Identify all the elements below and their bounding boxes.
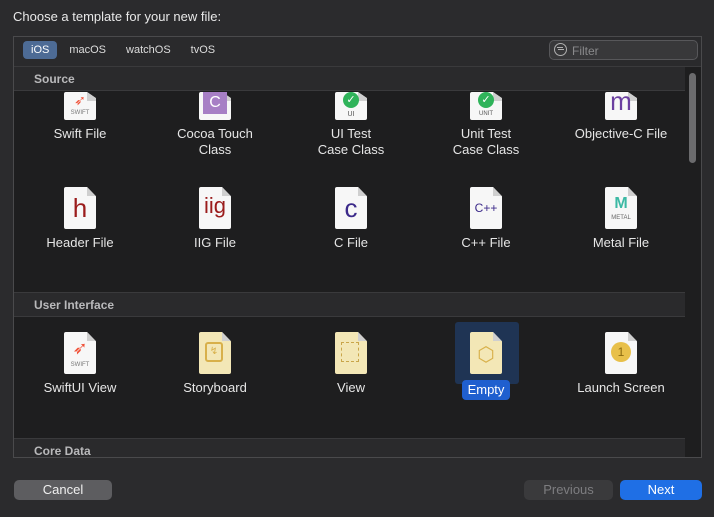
- template-objective-c-file[interactable]: m Objective-C File: [556, 86, 685, 142]
- tab-watchos[interactable]: watchOS: [118, 41, 179, 59]
- dialog-title: Choose a template for your new file:: [13, 9, 222, 24]
- filter-icon: [554, 43, 567, 56]
- template-c-file[interactable]: c C File: [286, 187, 416, 251]
- template-header-file[interactable]: h Header File: [15, 187, 145, 251]
- vertical-scrollbar[interactable]: [689, 69, 696, 455]
- filter-field[interactable]: [549, 40, 698, 60]
- template-swiftui-view[interactable]: ➶ SWIFT SwiftUI View: [15, 332, 145, 396]
- template-swift-file[interactable]: ➶ SWIFT Swift File: [15, 92, 145, 142]
- template-metal-file[interactable]: M METAL Metal File: [556, 187, 685, 251]
- section-title: User Interface: [34, 298, 115, 312]
- template-launch-screen[interactable]: 1 Launch Screen: [556, 332, 685, 396]
- cancel-button[interactable]: Cancel: [14, 480, 112, 500]
- template-ui-test-case-class[interactable]: ✓ UI UI Test Case Class: [286, 92, 416, 158]
- template-unit-test-case-class[interactable]: ✓ UNIT Unit Test Case Class: [421, 92, 551, 158]
- checkmark-icon: ✓: [478, 92, 494, 108]
- section-title: Core Data: [34, 444, 91, 458]
- tab-ios[interactable]: iOS: [23, 41, 58, 59]
- template-cpp-file[interactable]: C++ C++ File: [421, 187, 551, 251]
- section-title: Source: [34, 72, 75, 86]
- section-header-source: Source: [14, 66, 685, 91]
- platform-bar: iOS macOS watchOS tvOS: [14, 37, 701, 67]
- template-cocoa-touch-class[interactable]: C Cocoa Touch Class: [150, 92, 280, 158]
- checkmark-icon: ✓: [343, 92, 359, 108]
- template-grid: Source ➶ SWIFT Swift File C Cocoa Touch …: [14, 66, 685, 458]
- next-button[interactable]: Next: [620, 480, 702, 500]
- template-panel: iOS macOS watchOS tvOS Source ➶ SWIFT Sw…: [13, 36, 702, 458]
- scrollbar-thumb[interactable]: [689, 73, 696, 163]
- template-view[interactable]: View: [286, 332, 416, 396]
- section-header-core-data: Core Data: [14, 438, 685, 458]
- previous-button[interactable]: Previous: [524, 480, 613, 500]
- tab-tvos[interactable]: tvOS: [183, 41, 223, 59]
- template-empty[interactable]: ⬡ Empty: [421, 332, 551, 400]
- tab-macos[interactable]: macOS: [61, 41, 114, 59]
- template-storyboard[interactable]: ↯ Storyboard: [150, 332, 280, 396]
- filter-input[interactable]: [570, 42, 694, 60]
- section-header-user-interface: User Interface: [14, 292, 685, 317]
- template-iig-file[interactable]: iig IIG File: [150, 187, 280, 251]
